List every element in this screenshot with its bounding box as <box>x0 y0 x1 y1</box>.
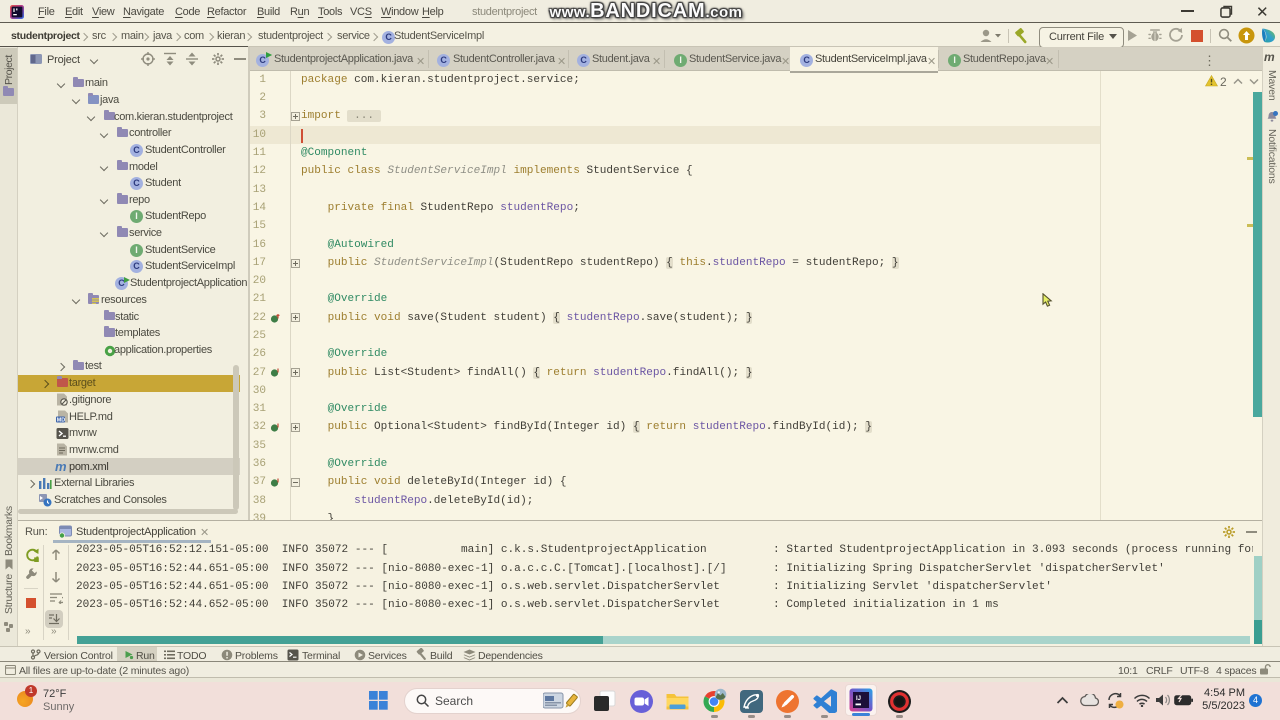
svg-text:IJ: IJ <box>856 696 861 702</box>
svg-text:MD: MD <box>57 417 65 423</box>
